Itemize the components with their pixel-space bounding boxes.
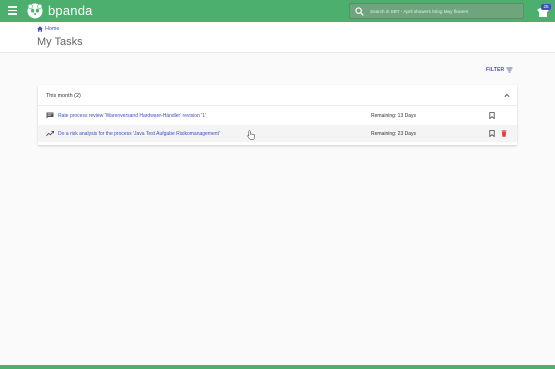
chevron-up-icon[interactable] (504, 93, 510, 98)
footer-bar (0, 365, 555, 369)
task-group-card: This month (2) Rate process review 'Ware… (38, 85, 517, 145)
filter-button[interactable]: FILTER (486, 67, 513, 73)
task-remaining: Remaining: 13 Days (371, 113, 417, 119)
page-header (0, 22, 555, 53)
task-link[interactable]: Rate process review 'Warenversand Hardwa… (58, 113, 206, 119)
task-group-header[interactable]: This month (2) (38, 85, 517, 106)
search-icon (355, 7, 364, 16)
trending-up-icon (46, 130, 54, 137)
page-title: My Tasks (37, 36, 83, 48)
filter-label: FILTER (486, 67, 505, 73)
home-icon[interactable] (37, 26, 43, 32)
breadcrumb-home-link[interactable]: Home (45, 26, 59, 32)
task-row: Rate process review 'Warenversand Hardwa… (38, 107, 517, 124)
top-app-bar: bpanda 25 (0, 0, 555, 22)
bookmark-icon[interactable] (489, 130, 495, 137)
filter-icon (506, 67, 513, 73)
breadcrumb: Home (37, 26, 59, 32)
search-input[interactable] (370, 4, 520, 18)
notifications-badge: 25 (541, 4, 551, 10)
menu-icon[interactable] (8, 6, 17, 16)
panda-logo-icon (27, 3, 43, 19)
bookmark-icon[interactable] (489, 112, 495, 119)
task-link[interactable]: Do a risk analysis for the process 'Java… (58, 131, 220, 137)
app-title[interactable]: bpanda (48, 3, 93, 18)
search-box[interactable] (349, 3, 524, 19)
delete-icon[interactable] (501, 130, 507, 137)
task-row: Do a risk analysis for the process 'Java… (38, 125, 517, 142)
hand-cursor-icon (247, 130, 255, 140)
feedback-icon (46, 112, 54, 119)
task-remaining: Remaining: 23 Days (371, 131, 417, 137)
task-group-title: This month (2) (46, 93, 81, 99)
